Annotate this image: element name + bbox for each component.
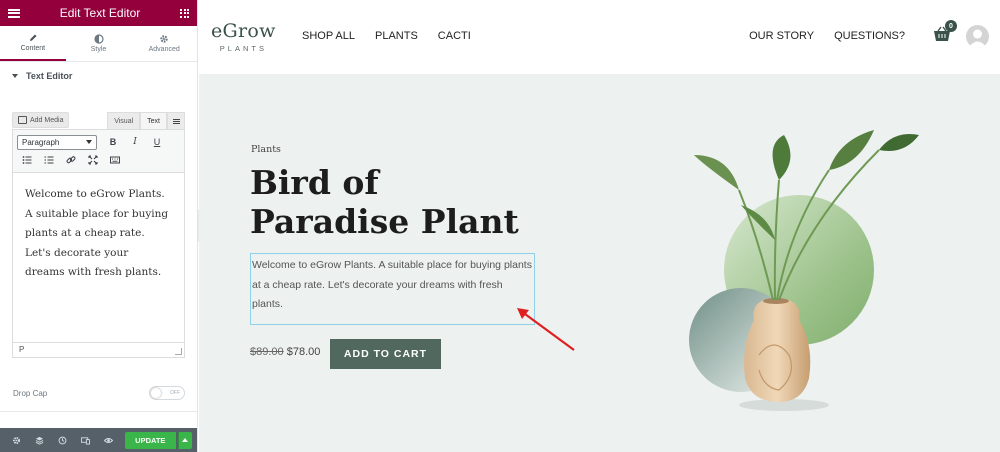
fullscreen-icon[interactable]: [83, 152, 103, 168]
italic-button[interactable]: I: [125, 134, 145, 150]
settings-gear-icon[interactable]: [6, 428, 27, 452]
underline-button[interactable]: U: [147, 134, 167, 150]
wp-editor: Add Media Visual Text Paragraph B I U We…: [12, 111, 185, 358]
site-logo[interactable]: eGrow PLANTS: [211, 20, 276, 53]
red-pointer-arrow-icon: [517, 308, 575, 351]
drop-cap-label: Drop Cap: [13, 388, 48, 398]
pencil-icon: [29, 34, 37, 41]
bullet-list-icon[interactable]: [17, 152, 37, 168]
product-title: Bird of Paradise Plant: [250, 163, 519, 241]
editor-panel: Edit Text Editor Content Style Advanced …: [0, 0, 198, 452]
tab-content[interactable]: Content: [0, 26, 66, 61]
add-to-cart-button[interactable]: ADD TO CART: [330, 339, 441, 369]
tab-content-label: Content: [20, 45, 46, 52]
section-title-label: Text Editor: [26, 71, 73, 81]
text-editor-textarea[interactable]: Welcome to eGrow Plants. A suitable plac…: [12, 172, 185, 358]
navigator-layers-icon[interactable]: [29, 428, 50, 452]
gear-icon: [160, 35, 168, 43]
nav-plants[interactable]: PLANTS: [375, 30, 418, 42]
panel-footer: UPDATE: [0, 428, 197, 452]
switch-state-label: OFF: [170, 390, 180, 396]
add-media-button[interactable]: Add Media: [12, 112, 70, 128]
new-price: $78.00: [286, 346, 321, 358]
nav-our-story[interactable]: OUR STORY: [749, 30, 814, 42]
secondary-nav: OUR STORY QUESTIONS?: [749, 30, 905, 42]
numbered-list-icon[interactable]: [39, 152, 59, 168]
tab-style-label: Style: [90, 46, 107, 53]
editor-body-text: Welcome to eGrow Plants. A suitable plac…: [25, 188, 169, 278]
widgets-grid-icon[interactable]: [180, 8, 189, 18]
caret-down-icon: [12, 74, 18, 78]
media-icon: [18, 116, 27, 124]
tab-visual[interactable]: Visual: [107, 112, 141, 129]
update-options-button[interactable]: [177, 431, 192, 449]
preview-eye-icon[interactable]: [98, 428, 119, 452]
tab-style[interactable]: Style: [66, 26, 132, 61]
drop-cap-control: Drop Cap OFF: [13, 386, 185, 400]
chevron-down-icon: [86, 140, 92, 144]
switch-knob: [151, 388, 161, 398]
keyboard-icon[interactable]: [105, 152, 125, 168]
section-text-editor[interactable]: Text Editor: [0, 62, 197, 90]
menu-icon[interactable]: [8, 8, 20, 18]
tab-text[interactable]: Text: [140, 112, 167, 129]
link-icon[interactable]: [61, 152, 81, 168]
tab-advanced[interactable]: Advanced: [131, 26, 197, 61]
old-price: $89.00: [250, 346, 284, 358]
site-preview: eGrow PLANTS SHOP ALL PLANTS CACTI OUR S…: [199, 0, 1000, 452]
responsive-mode-icon[interactable]: [75, 428, 96, 452]
panel-title: Edit Text Editor: [59, 6, 141, 20]
editor-toolbar: Paragraph B I U: [12, 129, 185, 172]
format-select[interactable]: Paragraph: [17, 134, 97, 150]
logo-main: eGrow: [211, 20, 276, 42]
add-media-label: Add Media: [30, 116, 64, 124]
resize-handle-icon[interactable]: [175, 348, 182, 355]
nav-shop-all[interactable]: SHOP ALL: [302, 30, 355, 42]
editor-mode-tabs: Visual Text: [107, 111, 185, 129]
panel-header: Edit Text Editor: [0, 0, 197, 26]
main-nav: SHOP ALL PLANTS CACTI: [302, 30, 471, 42]
logo-sub: PLANTS: [219, 44, 267, 53]
editor-path-status: P: [13, 342, 184, 357]
product-category[interactable]: Plants: [251, 144, 281, 155]
cart-count-badge: 0: [945, 20, 957, 32]
product-description[interactable]: Welcome to eGrow Plants. A suitable plac…: [250, 253, 535, 325]
media-row: Add Media Visual Text: [12, 111, 185, 129]
product-price: $89.00 $78.00: [250, 346, 320, 358]
panel-divider: [0, 411, 197, 412]
drop-cap-switch[interactable]: OFF: [149, 386, 185, 400]
history-icon[interactable]: [52, 428, 73, 452]
plant-image: [689, 130, 919, 411]
nav-questions[interactable]: QUESTIONS?: [834, 30, 905, 42]
toolbar-toggle-icon[interactable]: [167, 112, 185, 129]
bold-button[interactable]: B: [103, 134, 123, 150]
chevron-up-icon: [182, 438, 189, 442]
tab-advanced-label: Advanced: [148, 46, 180, 53]
update-button[interactable]: UPDATE: [125, 431, 176, 449]
panel-tabs: Content Style Advanced: [0, 26, 197, 62]
format-select-value: Paragraph: [22, 137, 60, 147]
nav-cacti[interactable]: CACTI: [438, 30, 471, 42]
avatar[interactable]: [966, 25, 989, 48]
contrast-icon: [93, 34, 104, 44]
site-header: eGrow PLANTS SHOP ALL PLANTS CACTI OUR S…: [199, 0, 1000, 74]
